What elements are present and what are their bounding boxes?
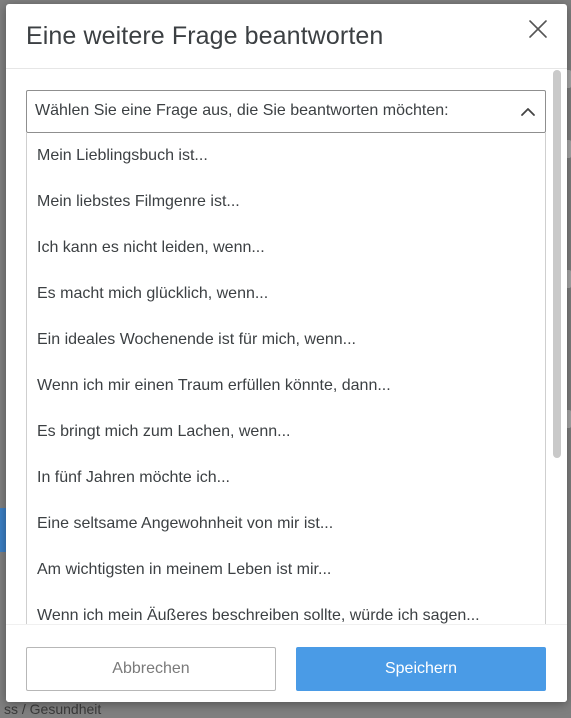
question-option[interactable]: Wenn ich mir einen Traum erfüllen könnte… bbox=[27, 363, 545, 409]
question-option[interactable]: Es bringt mich zum Lachen, wenn... bbox=[27, 409, 545, 455]
question-option[interactable]: Mein Lieblingsbuch ist... bbox=[27, 133, 545, 179]
question-select[interactable]: Wählen Sie eine Frage aus, die Sie beant… bbox=[26, 90, 546, 133]
question-option[interactable]: Ein ideales Wochenende ist für mich, wen… bbox=[27, 317, 545, 363]
question-options-list: Mein Lieblingsbuch ist... Mein liebstes … bbox=[26, 133, 546, 624]
question-option[interactable]: Ich kann es nicht leiden, wenn... bbox=[27, 225, 545, 271]
question-option[interactable]: Mein liebstes Filmgenre ist... bbox=[27, 179, 545, 225]
close-button[interactable] bbox=[527, 18, 549, 40]
dialog-title: Eine weitere Frage beantworten bbox=[26, 22, 384, 50]
question-select-placeholder: Wählen Sie eine Frage aus, die Sie beant… bbox=[35, 102, 449, 119]
dialog-body: Wählen Sie eine Frage aus, die Sie beant… bbox=[6, 69, 567, 624]
background-text: ss / Gesundheit bbox=[4, 701, 102, 717]
question-option[interactable]: Wenn ich mein Äußeres beschreiben sollte… bbox=[27, 593, 545, 624]
question-option[interactable]: Es macht mich glücklich, wenn... bbox=[27, 271, 545, 317]
question-option[interactable]: In fünf Jahren möchte ich... bbox=[27, 455, 545, 501]
chevron-up-icon bbox=[520, 104, 536, 120]
cancel-button[interactable]: Abbrechen bbox=[26, 647, 276, 691]
answer-question-dialog: Eine weitere Frage beantworten Wählen Si… bbox=[6, 4, 567, 702]
question-option[interactable]: Eine seltsame Angewohnheit von mir ist..… bbox=[27, 501, 545, 547]
close-icon bbox=[529, 20, 547, 38]
dialog-footer: Abbrechen Speichern bbox=[6, 624, 567, 702]
dialog-scrollbar[interactable] bbox=[553, 70, 561, 458]
save-button[interactable]: Speichern bbox=[296, 647, 546, 691]
question-option[interactable]: Am wichtigsten in meinem Leben ist mir..… bbox=[27, 547, 545, 593]
